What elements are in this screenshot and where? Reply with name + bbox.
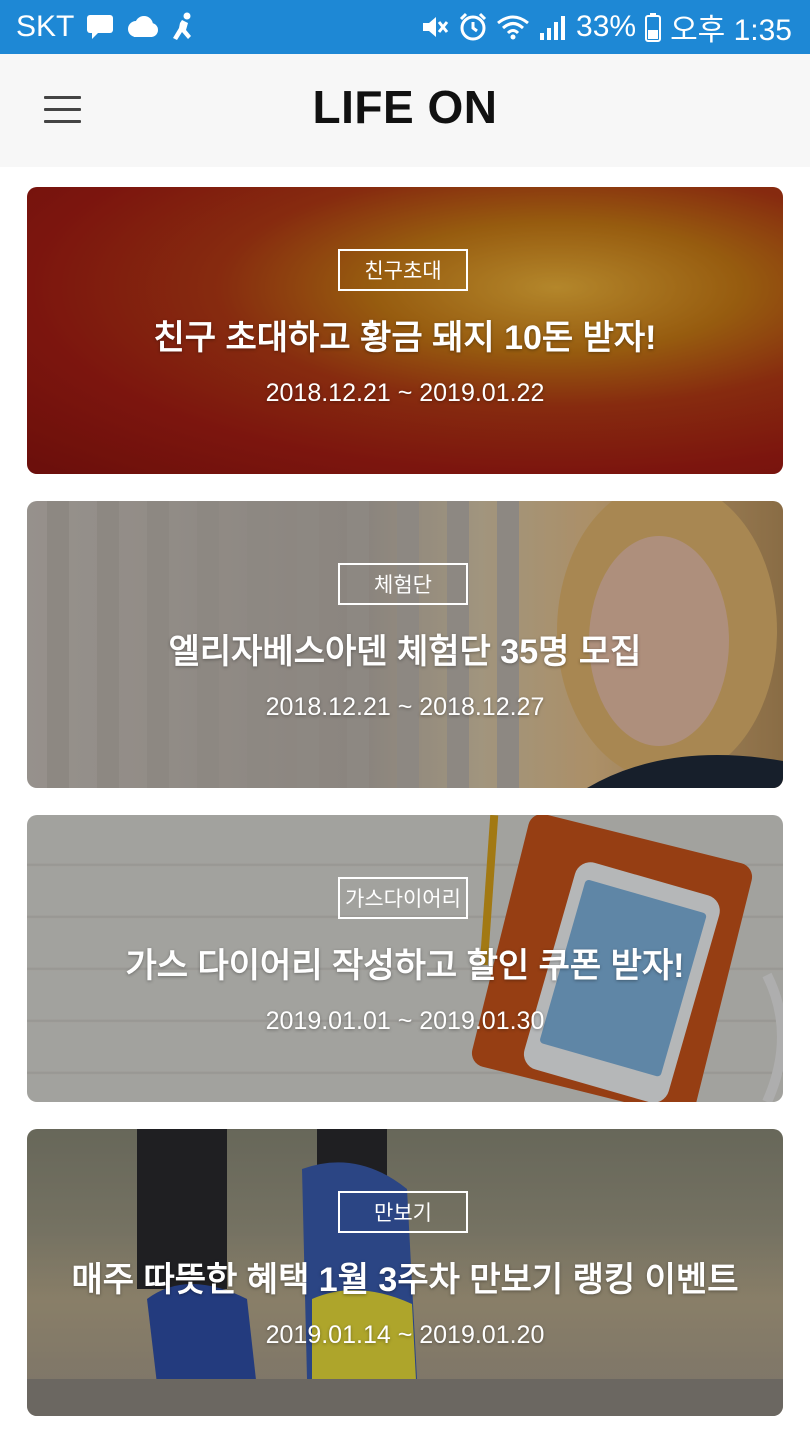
- event-card-pedometer[interactable]: 만보기 매주 따뜻한 혜택 1월 3주차 만보기 랭킹 이벤트 2019.01.…: [27, 1129, 783, 1416]
- mute-icon: [420, 13, 450, 41]
- wifi-icon: [496, 13, 530, 41]
- event-title: 친구 초대하고 황금 돼지 10돈 받자!: [153, 319, 657, 357]
- event-list: 친구초대 친구 초대하고 황금 돼지 10돈 받자! 2018.12.21 ~ …: [27, 187, 783, 1443]
- event-period: 2019.01.14 ~ 2019.01.20: [265, 1321, 545, 1349]
- app-header: LIFE ON: [0, 54, 810, 167]
- event-card-gas-diary[interactable]: 가스다이어리 가스 다이어리 작성하고 할인 쿠폰 받자! 2019.01.01…: [27, 815, 783, 1102]
- cloud-icon: [126, 16, 159, 38]
- signal-icon: [538, 13, 568, 41]
- runner-icon: [170, 12, 196, 42]
- event-period: 2018.12.21 ~ 2019.01.22: [265, 379, 545, 407]
- message-icon: [86, 14, 114, 40]
- event-title: 가스 다이어리 작성하고 할인 쿠폰 받자!: [125, 947, 685, 985]
- event-tag: 친구초대: [338, 249, 468, 291]
- alarm-icon: [458, 12, 488, 42]
- event-period: 2019.01.01 ~ 2019.01.30: [265, 1007, 545, 1035]
- event-tag: 체험단: [338, 563, 468, 605]
- battery-percent: 33%: [576, 10, 637, 43]
- event-title: 매주 따뜻한 혜택 1월 3주차 만보기 랭킹 이벤트: [71, 1261, 739, 1299]
- event-title: 엘리자베스아덴 체험단 35명 모집: [168, 633, 642, 671]
- event-card-tester[interactable]: 체험단 엘리자베스아덴 체험단 35명 모집 2018.12.21 ~ 2018…: [27, 501, 783, 788]
- battery-icon: [644, 12, 662, 42]
- carrier-label: SKT: [16, 10, 75, 43]
- app-title: LIFE ON: [312, 81, 498, 133]
- event-card-friend-invite[interactable]: 친구초대 친구 초대하고 황금 돼지 10돈 받자! 2018.12.21 ~ …: [27, 187, 783, 474]
- status-bar: SKT 33% 오후 1:35: [0, 0, 810, 54]
- event-tag: 만보기: [338, 1191, 468, 1233]
- event-period: 2018.12.21 ~ 2018.12.27: [265, 693, 545, 721]
- event-tag: 가스다이어리: [338, 877, 468, 919]
- clock: 오후 1:35: [670, 14, 792, 47]
